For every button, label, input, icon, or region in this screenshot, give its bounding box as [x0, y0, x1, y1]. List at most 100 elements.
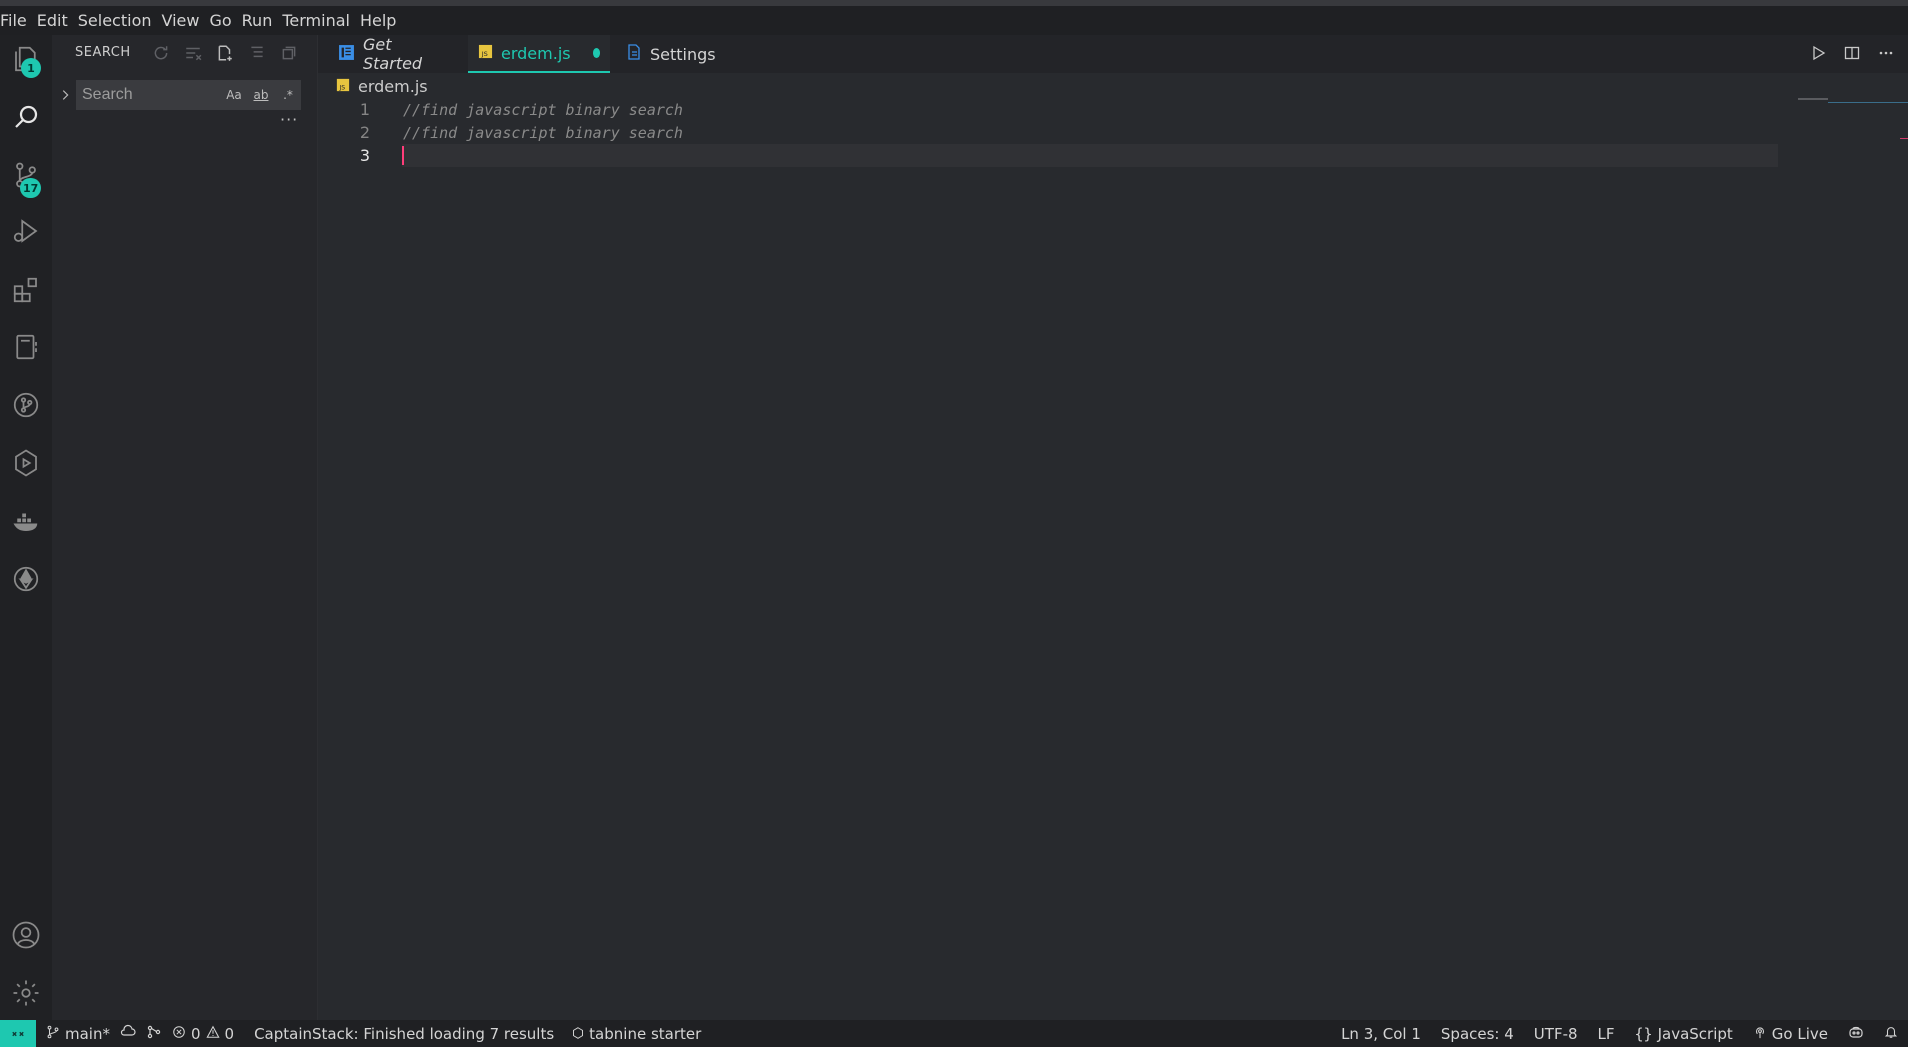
more-actions-icon[interactable] [1876, 41, 1896, 65]
breadcrumb[interactable]: JS erdem.js [336, 75, 428, 97]
collapse-all-icon[interactable] [246, 42, 268, 64]
docker-icon[interactable] [0, 497, 52, 545]
unsaved-indicator[interactable] [592, 48, 600, 58]
source-control-icon[interactable]: 17 [0, 151, 52, 199]
menu-selection[interactable]: Selection [78, 6, 159, 35]
notebook-icon[interactable] [0, 323, 52, 371]
settings-gear-icon[interactable] [0, 969, 52, 1017]
menu-file[interactable]: File [0, 6, 34, 35]
code-editor[interactable]: 1 //find javascript binary search 2 //fi… [318, 98, 1908, 1020]
sidebar-actions [150, 42, 300, 64]
refresh-icon[interactable] [150, 42, 172, 64]
tab-label: Get Started [363, 35, 423, 73]
scrollbar-cursor-marker [1900, 138, 1908, 139]
tabnine-label: tabnine starter [589, 1024, 702, 1043]
language-label: JavaScript [1657, 1024, 1733, 1043]
search-details-toggle[interactable]: ··· [280, 110, 298, 129]
run-icon[interactable] [1808, 41, 1828, 65]
warning-count: 0 [224, 1024, 235, 1043]
account-icon[interactable] [0, 911, 52, 959]
current-line-highlight[interactable] [402, 144, 1778, 167]
eol-label: LF [1597, 1024, 1615, 1043]
search-options: Aa ab .* [223, 88, 299, 102]
code-line[interactable]: 1 //find javascript binary search [318, 98, 1778, 121]
git-graph-icon[interactable] [0, 381, 52, 429]
tab-settings[interactable]: Settings [616, 35, 726, 73]
line-number: 3 [359, 146, 370, 165]
status-bar-right: Ln 3, Col 1 Spaces: 4 UTF-8 LF {} JavaSc… [1341, 1020, 1908, 1047]
cursor-position[interactable]: Ln 3, Col 1 [1341, 1025, 1421, 1043]
search-input[interactable] [77, 86, 217, 104]
welcome-icon [338, 44, 355, 65]
encoding-label: UTF-8 [1533, 1024, 1578, 1043]
split-editor-icon[interactable] [1842, 41, 1862, 65]
menu-run[interactable]: Run [242, 6, 280, 35]
menu-terminal[interactable]: Terminal [282, 6, 357, 35]
code-text: //find javascript binary search [403, 123, 683, 142]
end-of-line[interactable]: LF [1598, 1025, 1615, 1043]
tab-erdem-js[interactable]: JS erdem.js [468, 35, 610, 73]
go-live-label: Go Live [1771, 1024, 1828, 1043]
run-debug-icon[interactable] [0, 207, 52, 255]
cursor-position-label: Ln 3, Col 1 [1341, 1024, 1421, 1043]
ethereum-icon[interactable] [0, 555, 52, 603]
clear-results-icon[interactable] [182, 42, 204, 64]
remote-explorer-icon[interactable] [0, 439, 52, 487]
sidebar-title: SEARCH [75, 44, 131, 60]
use-regex-toggle[interactable]: .* [277, 88, 299, 102]
branch-name: main* [65, 1024, 110, 1043]
menu-go[interactable]: Go [209, 6, 238, 35]
copilot-status[interactable] [1848, 1024, 1864, 1044]
menu-help[interactable]: Help [360, 6, 403, 35]
git-graph-status[interactable] [146, 1024, 162, 1044]
braces-icon: {} [1634, 1024, 1653, 1043]
expand-all-icon[interactable] [278, 42, 300, 64]
explorer-icon[interactable]: 1 [0, 35, 52, 83]
cloud-sync-icon [120, 1024, 136, 1044]
search-box: Aa ab .* [76, 80, 301, 110]
search-icon[interactable] [0, 93, 52, 141]
explorer-badge: 1 [21, 58, 41, 78]
code-text: //find javascript binary search [403, 100, 683, 119]
match-whole-word-toggle[interactable]: ab [250, 88, 272, 102]
code-line[interactable]: 2 //find javascript binary search [318, 121, 1778, 144]
status-message: CaptainStack: Finished loading 7 results [254, 1024, 555, 1043]
tabnine-icon [572, 1025, 584, 1043]
problems-status[interactable]: 0 0 [172, 1025, 234, 1043]
search-row: Aa ab .* [52, 80, 318, 112]
extensions-icon[interactable] [0, 266, 52, 314]
line-number: 2 [359, 123, 370, 142]
minimap[interactable] [1792, 98, 1908, 1020]
indentation-label: Spaces: 4 [1440, 1024, 1514, 1043]
go-live[interactable]: Go Live [1753, 1025, 1828, 1043]
code-line[interactable]: 3 [318, 144, 402, 167]
broadcast-icon [1753, 1025, 1767, 1043]
git-branch-icon [46, 1025, 60, 1043]
tab-label: Settings [650, 44, 716, 64]
status-bar: main* 0 0 CaptainStack: Finished loading… [0, 1020, 1908, 1047]
chevron-right-icon[interactable] [56, 86, 74, 104]
editor-actions [1808, 41, 1896, 65]
copilot-icon [1848, 1024, 1864, 1044]
tab-get-started[interactable]: Get Started [328, 35, 458, 73]
git-graph-icon [146, 1024, 162, 1044]
notifications[interactable] [1884, 1025, 1898, 1043]
warning-icon [205, 1025, 220, 1043]
tabnine-status[interactable]: tabnine starter [572, 1025, 701, 1043]
new-search-editor-icon[interactable] [214, 42, 236, 64]
menu-view[interactable]: View [162, 6, 207, 35]
language-mode[interactable]: {} JavaScript [1635, 1025, 1733, 1043]
sync-status[interactable] [120, 1024, 136, 1044]
remote-indicator[interactable] [0, 1020, 36, 1047]
text-cursor [402, 146, 404, 165]
breadcrumb-file[interactable]: erdem.js [358, 77, 428, 96]
indentation[interactable]: Spaces: 4 [1441, 1025, 1514, 1043]
branch-status[interactable]: main* [46, 1025, 110, 1043]
captainstack-status[interactable]: CaptainStack: Finished loading 7 results [254, 1025, 554, 1043]
match-case-toggle[interactable]: Aa [223, 88, 245, 102]
svg-text:JS: JS [481, 50, 488, 58]
menu-edit[interactable]: Edit [37, 6, 75, 35]
menu-bar: File Edit Selection View Go Run Terminal… [0, 0, 1908, 35]
encoding[interactable]: UTF-8 [1534, 1025, 1578, 1043]
settings-file-icon [626, 44, 642, 64]
